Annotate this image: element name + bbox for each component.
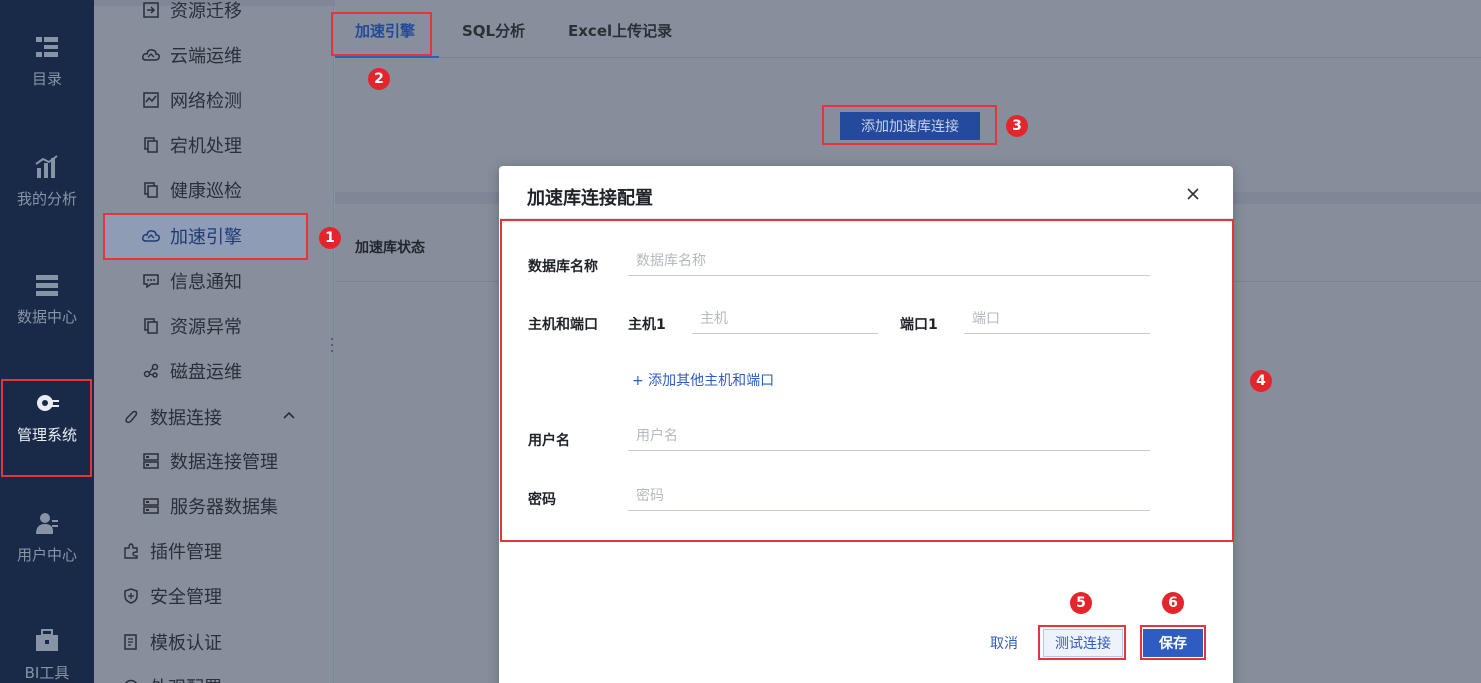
shield-icon <box>122 587 140 605</box>
menu-item-data-connection-mgmt[interactable]: 数据连接管理 <box>142 446 278 476</box>
template-icon <box>122 633 140 651</box>
tab-sql-analysis[interactable]: SQL分析 <box>462 20 525 41</box>
annotation-badge: 3 <box>1006 115 1028 137</box>
menu-item-server-dataset[interactable]: 服务器数据集 <box>142 491 278 521</box>
rail-item-label: BI工具 <box>24 664 70 682</box>
annotation-box-tab <box>331 12 432 56</box>
menu-item-cloud-ops[interactable]: 云端运维 <box>142 40 242 70</box>
annotation-badge: 2 <box>368 68 390 90</box>
rail-item-analysis[interactable]: 我的分析 <box>0 154 94 209</box>
server-icon <box>142 452 160 470</box>
copy-icon <box>142 317 160 335</box>
annotation-box-admin <box>1 379 92 477</box>
cancel-button[interactable]: 取消 <box>990 633 1018 653</box>
server-icon <box>142 497 160 515</box>
annotation-box-add <box>822 105 997 145</box>
menu-item-downtime[interactable]: 宕机处理 <box>142 130 242 160</box>
menu-item-label: 安全管理 <box>150 587 222 608</box>
menu-item-network-check[interactable]: 网络检测 <box>142 85 242 115</box>
menu-item-label: 云端运维 <box>170 46 242 67</box>
menu-item-notifications[interactable]: 信息通知 <box>142 266 242 296</box>
rail-item-user-center[interactable]: 用户中心 <box>0 510 94 565</box>
menu-item-label: 信息通知 <box>170 272 242 293</box>
menu-item-label: 模板认证 <box>150 633 222 654</box>
menu-item-label: 网络检测 <box>170 91 242 112</box>
menu-item-label: 服务器数据集 <box>170 497 278 518</box>
migrate-icon <box>142 1 160 19</box>
dialog-title: 加速库连接配置 <box>527 188 653 209</box>
menu-item-label: 健康巡检 <box>170 181 242 202</box>
rail-item-label: 我的分析 <box>16 190 77 208</box>
message-icon <box>142 272 160 290</box>
menu-item-label: 资源异常 <box>170 317 242 338</box>
menu-item-label: 外观配置 <box>150 674 222 683</box>
annotation-badge: 1 <box>319 227 341 249</box>
disk-icon <box>142 362 160 380</box>
menu-item-appearance-config[interactable]: 外观配置 <box>122 672 222 683</box>
menu-item-template-auth[interactable]: 模板认证 <box>122 627 222 657</box>
menu-item-label: 数据连接 <box>150 408 222 429</box>
menu-item-label: 插件管理 <box>150 542 222 563</box>
menu-group-data-connection[interactable]: 数据连接 <box>122 402 295 432</box>
analysis-icon <box>35 155 58 178</box>
network-icon <box>142 91 160 109</box>
chevron-up-icon[interactable] <box>282 406 296 427</box>
menu-item-resource-anomaly[interactable]: 资源异常 <box>142 311 242 341</box>
annotation-box-menu <box>103 213 308 260</box>
menu-item-health-check[interactable]: 健康巡检 <box>142 175 242 205</box>
rail-item-label: 数据中心 <box>16 308 77 326</box>
left-rail: 目录 我的分析 数据中心 管理系统 用户中心 BI工具 <box>0 0 94 683</box>
menu-item-resource-migration[interactable]: 资源迁移 <box>142 0 242 25</box>
palette-icon <box>122 678 140 683</box>
rail-item-catalog[interactable]: 目录 <box>0 34 94 89</box>
menu-item-plugin-mgmt[interactable]: 插件管理 <box>122 536 222 566</box>
rail-item-data-center[interactable]: 数据中心 <box>0 272 94 327</box>
annotation-badge: 4 <box>1250 370 1272 392</box>
puzzle-icon <box>122 542 140 560</box>
user-icon <box>36 513 58 534</box>
rail-item-label: 目录 <box>31 70 62 88</box>
cloud-icon <box>142 46 160 64</box>
copy-icon <box>142 136 160 154</box>
annotation-badge: 6 <box>1162 592 1184 614</box>
menu-item-security-mgmt[interactable]: 安全管理 <box>122 581 222 611</box>
close-icon[interactable] <box>1185 186 1201 202</box>
menu-item-label: 磁盘运维 <box>170 362 242 383</box>
toolbox-icon <box>36 629 58 651</box>
annotation-box-test <box>1038 625 1126 660</box>
data-center-icon <box>36 275 58 296</box>
catalog-icon <box>36 37 58 57</box>
link-icon <box>122 408 140 426</box>
menu-item-label: 数据连接管理 <box>170 452 278 473</box>
menu-item-label: 宕机处理 <box>170 136 242 157</box>
annotation-box-save <box>1140 625 1206 660</box>
menu-item-disk-ops[interactable]: 磁盘运维 <box>142 356 242 386</box>
rail-item-bi-tools[interactable]: BI工具 <box>0 628 94 683</box>
tab-excel-upload-log[interactable]: Excel上传记录 <box>568 20 672 41</box>
copy-icon <box>142 181 160 199</box>
annotation-badge: 5 <box>1070 592 1092 614</box>
annotation-box-form <box>500 219 1234 542</box>
rail-item-label: 用户中心 <box>16 546 77 564</box>
menu-item-label: 资源迁移 <box>170 1 242 22</box>
status-label: 加速库状态 <box>355 240 425 256</box>
